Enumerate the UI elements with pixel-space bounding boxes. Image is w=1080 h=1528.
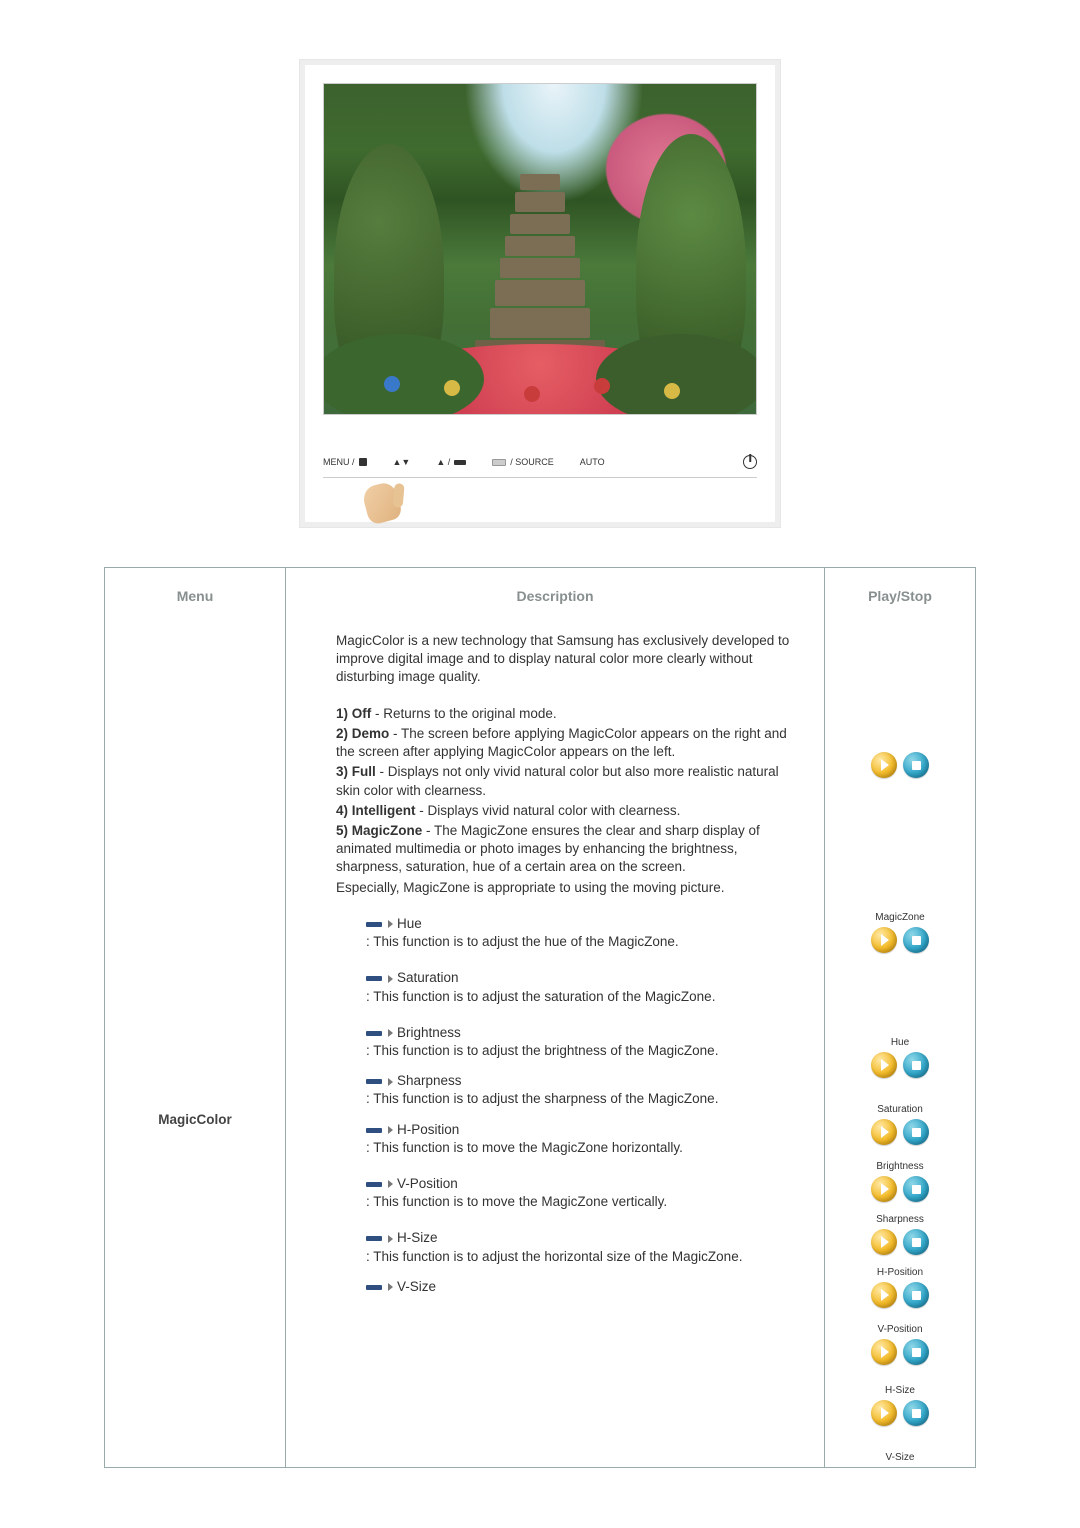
feature-table: Menu Description Play/Stop MagicColor Ma… [105,568,975,1467]
stop-button[interactable] [903,752,929,778]
stop-button[interactable] [903,1119,929,1145]
bullet-icon [366,1283,393,1291]
stop-button[interactable] [903,1282,929,1308]
mode-full: 3) Full - Displays not only vivid natura… [336,763,802,799]
monitor-button-row: MENU / ▲▼ ▲ / / SOURCE AUTO [323,455,757,469]
play-button[interactable] [871,1176,897,1202]
intro-text: MagicColor is a new technology that Sams… [336,632,802,687]
mode-magiczone-extra: Especially, MagicZone is appropriate to … [336,879,802,897]
bullet-icon [366,1126,393,1134]
playstop-hue: Hue [871,1037,929,1078]
stop-button[interactable] [903,927,929,953]
sub-saturation: Saturation : This function is to adjust … [366,969,802,1005]
play-button[interactable] [871,752,897,778]
sub-brightness: Brightness : This function is to adjust … [366,1024,802,1060]
stop-button[interactable] [903,1176,929,1202]
menu-button-label: MENU / [323,457,355,467]
sub-hue: Hue : This function is to adjust the hue… [366,915,802,951]
auto-button-label: AUTO [580,457,605,467]
playstop-hposition: H-Position [871,1267,929,1308]
playstop-main [871,632,929,778]
hand-icon [361,480,404,526]
mode-magiczone: 5) MagicZone - The MagicZone ensures the… [336,822,802,877]
header-menu: Menu [105,568,286,632]
bullet-icon [366,1235,393,1243]
mode-demo: 2) Demo - The screen before applying Mag… [336,725,802,761]
source-button-label: / SOURCE [510,457,554,467]
sub-hposition: H-Position : This function is to move th… [366,1121,802,1157]
monitor-screen [323,83,757,415]
stop-button[interactable] [903,1400,929,1426]
playstop-magiczone: MagicZone [871,804,929,953]
play-button[interactable] [871,927,897,953]
header-description: Description [286,568,825,632]
stop-button[interactable] [903,1339,929,1365]
bullet-icon [366,1029,393,1037]
playstop-sharpness: Sharpness [871,1214,929,1255]
play-button[interactable] [871,1282,897,1308]
play-button[interactable] [871,1229,897,1255]
mode-off: 1) Off - Returns to the original mode. [336,705,802,723]
mode-intelligent: 4) Intelligent - Displays vivid natural … [336,802,802,820]
play-button[interactable] [871,1400,897,1426]
playstop-vposition: V-Position [871,1324,929,1365]
play-button[interactable] [871,1052,897,1078]
play-button[interactable] [871,1119,897,1145]
sub-hsize: H-Size : This function is to adjust the … [366,1229,802,1265]
sub-vposition: V-Position : This function is to move th… [366,1175,802,1211]
bullet-icon [366,920,393,928]
bullet-icon [366,1078,393,1086]
stop-button[interactable] [903,1229,929,1255]
playstop-vsize: V-Size [886,1452,915,1467]
bullet-icon [366,1180,393,1188]
play-button[interactable] [871,1339,897,1365]
header-play: Play/Stop [825,568,976,632]
playstop-brightness: Brightness [871,1161,929,1202]
sub-vsize: V-Size [366,1278,802,1296]
playstop-saturation: Saturation [871,1104,929,1145]
monitor-illustration: MENU / ▲▼ ▲ / / SOURCE AUTO [0,60,1080,527]
power-icon [743,455,757,469]
sub-sharpness: Sharpness : This function is to adjust t… [366,1072,802,1108]
bullet-icon [366,975,393,983]
stop-button[interactable] [903,1052,929,1078]
row-menu-label: MagicColor [105,632,285,1127]
playstop-hsize: H-Size [871,1385,929,1426]
